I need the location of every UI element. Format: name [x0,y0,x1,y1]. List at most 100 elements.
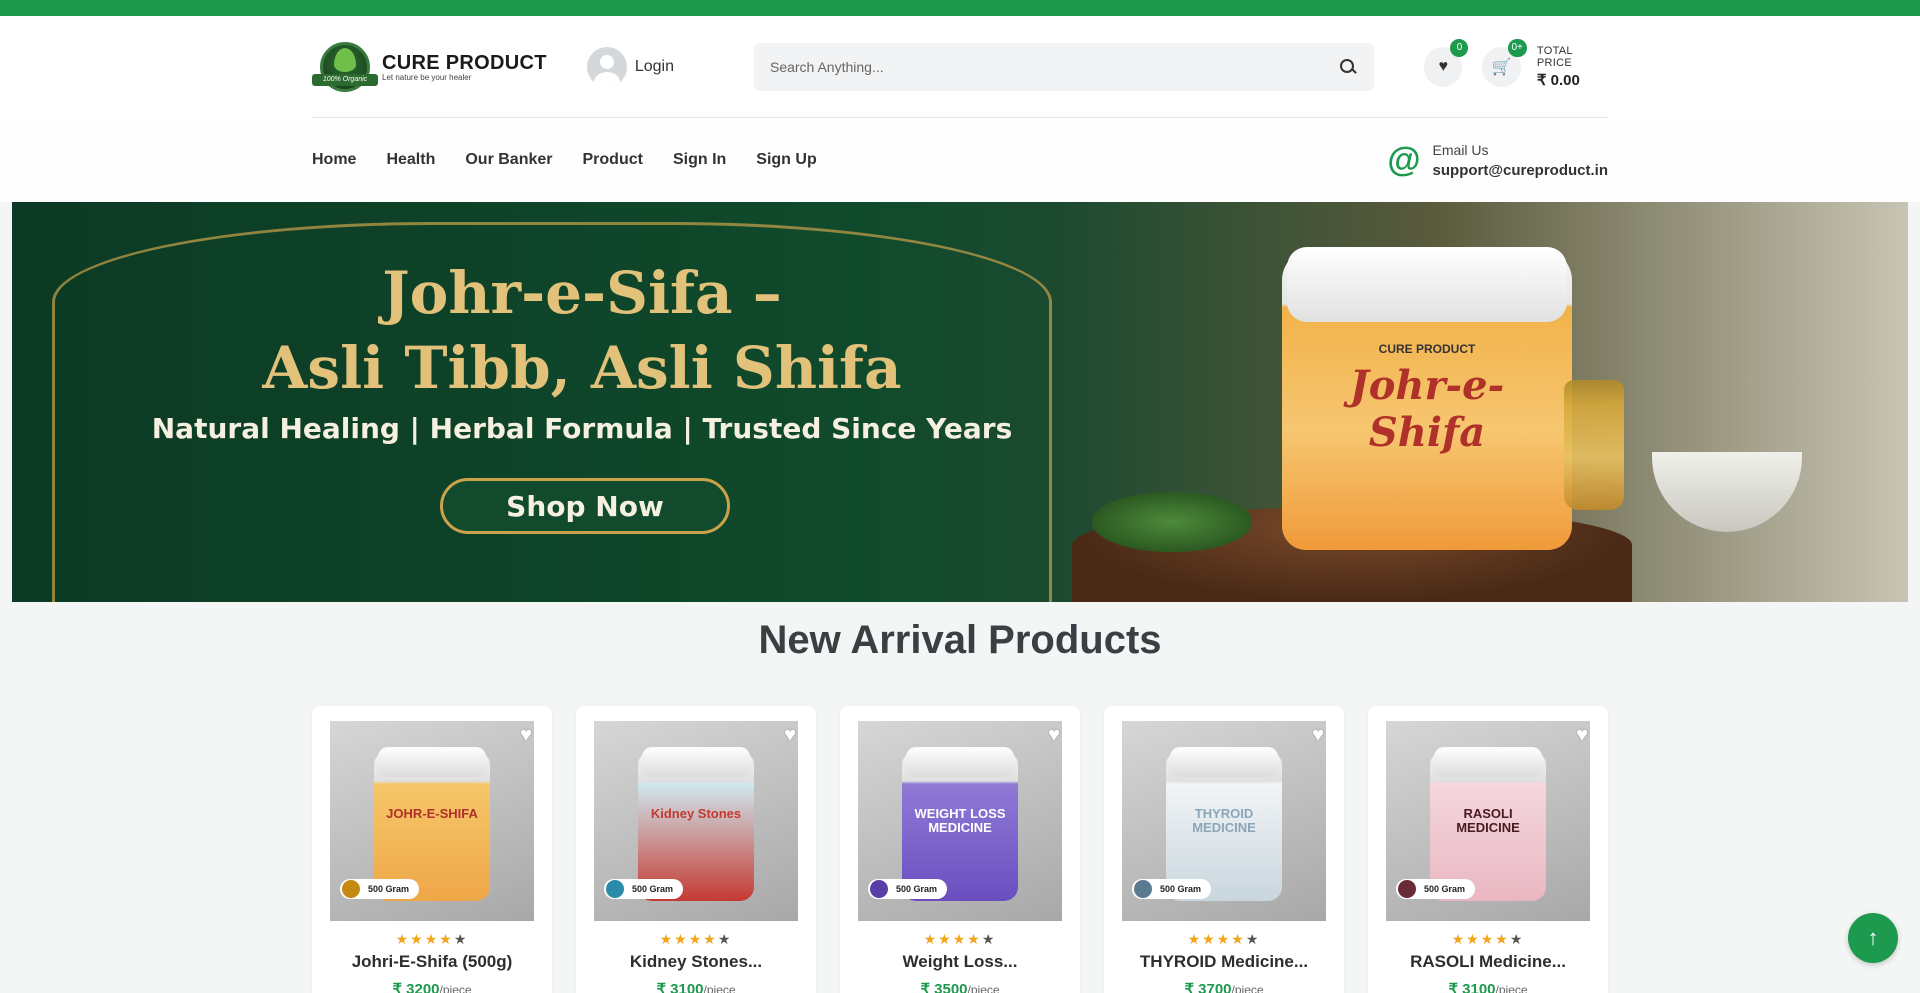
weight-badge: 500 Gram [340,879,420,899]
total-price-label: TOTAL PRICE [1536,44,1573,69]
scroll-to-top-button[interactable]: ↑ [1848,913,1898,963]
weight-badge: 500 Gram [1132,879,1212,899]
cart-button[interactable]: 🛒 0+ [1482,38,1527,87]
wishlist-button[interactable]: ♥ 0 [1424,38,1469,87]
star-icon: ★ [952,931,968,947]
product-image[interactable]: Kidney Stones 500 Gram [594,721,798,921]
product-card[interactable]: Kidney Stones 500 Gram ♥ ★★★★★ Kidney Stones… [576,706,816,993]
header: 100% Organic CURE PRODUCT Let nature be … [0,16,1920,118]
product-label-text: JOHR-E-SHIFA [386,806,478,821]
shop-now-button[interactable]: Shop Now [440,478,730,534]
star-icon: ★ [410,931,425,947]
login-button[interactable]: Login [586,46,674,87]
cart-count-badge: 0+ [1507,38,1527,57]
star-icon: ★ [923,931,939,947]
product-price: ₹ 3100/piece [1386,980,1590,993]
product-label-text: RASOLI MEDICINE [1456,806,1520,835]
total-price-value: ₹ 0.00 [1536,71,1580,89]
product-list: JOHR-E-SHIFA 500 Gram ♥ ★★★★★ Johri-E-Shifa … [312,706,1608,993]
star-icon: ★ [674,931,689,947]
star-icon: ★ [1466,931,1481,947]
star-icon: ★ [938,931,953,947]
product-card[interactable]: THYROID MEDICINE 500 Gram ♥ ★★★★★ THYROID Me… [1104,706,1344,993]
wishlist-heart-icon[interactable]: ♥ [1576,724,1588,747]
star-icon: ★ [1187,931,1203,947]
star-icon: ★ [1451,931,1467,947]
star-icon: ★ [967,931,982,947]
section-title: New Arrival Products [758,618,1162,662]
product-image[interactable]: RASOLI MEDICINE 500 Gram [1386,721,1590,921]
product-card[interactable]: RASOLI MEDICINE 500 Gram ♥ ★★★★★ RASOLI Medi… [1368,706,1608,993]
wishlist-heart-icon[interactable]: ♥ [1312,724,1324,747]
product-label-text: Kidney Stones [650,806,742,821]
nav-sign-in[interactable]: Sign In [673,151,726,169]
login-label: Login [634,57,674,75]
product-name[interactable]: Kidney Stones... [594,952,798,972]
email-contact[interactable]: @ Email Us support@cureproduct.in [1387,142,1608,179]
product-name[interactable]: Johri-E-Shifa (500g) [330,952,534,972]
star-icon: ★ [439,931,454,947]
price-value: ₹ 3500 [920,981,968,993]
price-unit: /piece [1231,983,1264,993]
rating-stars: ★★★★★ [594,931,798,948]
search-input[interactable] [769,58,1339,75]
main-nav: Home Health Our Banker Product Sign In S… [0,118,1920,202]
banner-jar-title: Johr-e-Shifa [1349,362,1505,456]
top-accent-bar [0,0,1920,16]
price-value: ₹ 3700 [1184,981,1232,993]
product-price: ₹ 3200/piece [330,980,534,993]
star-icon: ★ [1480,931,1496,947]
star-icon: ★ [1216,931,1232,947]
nav-home[interactable]: Home [312,151,356,169]
wishlist-heart-icon[interactable]: ♥ [784,724,796,747]
weight-badge: 500 Gram [868,879,948,899]
logo[interactable]: 100% Organic CURE PRODUCT Let nature be … [312,40,562,94]
hero-banner[interactable]: Johr-e-Sifa – Asli Tibb, Asli Shifa Natu… [12,202,1908,602]
rating-stars: ★★★★★ [1386,931,1590,948]
nav-links: Home Health Our Banker Product Sign In S… [312,151,817,169]
star-icon: ★ [424,931,440,947]
star-icon: ★ [1495,931,1510,947]
product-price: ₹ 3700/piece [1122,980,1326,993]
email-address[interactable]: support@cureproduct.in [1433,162,1608,179]
brand-name: CURE PRODUCT [382,51,547,74]
star-icon: ★ [703,931,718,947]
star-icon: ★ [395,931,411,947]
nav-product[interactable]: Product [583,151,643,169]
total-price: TOTAL PRICE ₹ 0.00 [1537,45,1608,89]
product-name[interactable]: Weight Loss... [858,952,1062,972]
star-icon: ★ [1202,931,1217,947]
rating-stars: ★★★★★ [1122,931,1326,948]
product-image[interactable]: WEIGHT LOSS MEDICINE 500 Gram [858,721,1062,921]
wishlist-heart-icon[interactable]: ♥ [1048,724,1060,747]
product-tub-lid [378,747,486,777]
banner-mortar-image [1652,452,1802,532]
product-name[interactable]: THYROID Medicine... [1122,952,1326,972]
product-price: ₹ 3100/piece [594,980,798,993]
product-card[interactable]: JOHR-E-SHIFA 500 Gram ♥ ★★★★★ Johri-E-Shifa … [312,706,552,993]
at-icon: @ [1387,141,1421,179]
nav-health[interactable]: Health [386,151,435,169]
price-unit: /piece [439,983,472,993]
star-icon: ★ [453,931,469,947]
rating-stars: ★★★★★ [330,931,534,948]
banner-jar-brand: CURE PRODUCT [1378,342,1476,356]
logo-badge-icon: 100% Organic [312,40,378,94]
avatar-icon [586,46,627,87]
wishlist-heart-icon[interactable]: ♥ [520,724,532,747]
banner-title-line1: Johr-e-Sifa – [382,259,782,327]
star-icon: ★ [717,931,733,947]
product-image[interactable]: JOHR-E-SHIFA 500 Gram [330,721,534,921]
product-price: ₹ 3500/piece [858,980,1062,993]
nav-our-banker[interactable]: Our Banker [465,151,552,169]
product-name[interactable]: RASOLI Medicine... [1386,952,1590,972]
nav-sign-up[interactable]: Sign Up [756,151,816,169]
weight-badge: 500 Gram [1396,879,1476,899]
price-value: ₹ 3100 [656,981,704,993]
banner-jar-lid [1287,247,1567,322]
product-image[interactable]: THYROID MEDICINE 500 Gram [1122,721,1326,921]
banner-oil-bottle-image [1564,380,1624,510]
product-card[interactable]: WEIGHT LOSS MEDICINE 500 Gram ♥ ★★★★★ Weight… [840,706,1080,993]
price-unit: /piece [967,983,1000,993]
search-icon[interactable] [1338,57,1358,77]
